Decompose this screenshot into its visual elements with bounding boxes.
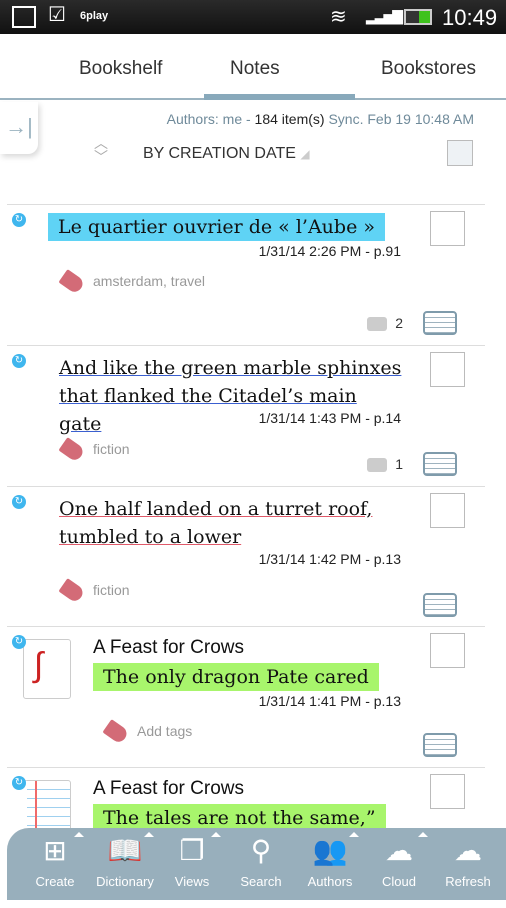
views-button[interactable]: ❐ Views	[157, 828, 227, 900]
app-notification: 6play	[80, 10, 109, 22]
note-item[interactable]: ∫ ↻ A Feast for Crows The only dragon Pa…	[7, 626, 485, 767]
comments-count[interactable]: 1	[367, 456, 403, 473]
sort-label: BY CREATION DATE	[143, 145, 296, 162]
search-icon: ⚲	[250, 835, 272, 866]
arrow-right-bar-icon: →|	[5, 114, 33, 139]
note-checkbox[interactable]	[430, 211, 465, 246]
sync-icon: ↻	[12, 354, 26, 368]
status-bar: ☑ 6play ≋ ▂▃▅▇ 10:49	[0, 0, 506, 34]
open-book-icon[interactable]	[423, 452, 457, 476]
note-item[interactable]: ↻ Le quartier ouvrier de « l’Aube » 1/31…	[7, 204, 485, 345]
note-date: 1/31/14 2:26 PM - p.91	[258, 243, 401, 259]
chevron-down-icon: ﹀	[94, 149, 108, 165]
note-item[interactable]: ↻ One half landed on a turret roof, tumb…	[7, 486, 485, 627]
bottom-toolbar: ⊞ Create 📖 Dictionary ❐ Views ⚲ Search 👥 Auth…	[7, 828, 506, 900]
tab-bar: Bookshelf Notes Bookstores	[0, 34, 506, 100]
sort-order-toggle[interactable]: ︿ ﹀	[94, 136, 108, 164]
tab-notes[interactable]: Notes	[230, 58, 280, 80]
cell-signal-icon: ▂▃▅▇	[366, 8, 403, 24]
create-button[interactable]: ⊞ Create	[20, 828, 90, 900]
sync-status: Sync. Feb 19 10:48 AM	[324, 111, 474, 127]
select-all-checkbox[interactable]	[447, 140, 473, 166]
signal-app-icon	[12, 6, 36, 28]
active-tab-indicator	[204, 94, 355, 100]
note-checkbox[interactable]	[430, 493, 465, 528]
book-title: A Feast for Crows	[93, 778, 244, 799]
open-book-icon[interactable]	[423, 593, 457, 617]
sort-dropdown[interactable]: BY CREATION DATE ◢	[143, 145, 310, 163]
refresh-icon: ☁	[454, 835, 482, 866]
note-tags[interactable]: fiction	[58, 437, 130, 464]
wifi-icon: ≋	[330, 6, 347, 28]
sync-icon: ↻	[12, 213, 26, 227]
clock: 10:49	[442, 5, 498, 30]
authors-filter[interactable]: Authors: me -	[167, 111, 255, 127]
battery-icon	[404, 9, 432, 25]
chevron-up-icon: ︿	[94, 135, 108, 151]
sync-icon: ↻	[12, 635, 26, 649]
tab-bookstores[interactable]: Bookstores	[381, 58, 476, 80]
note-text: The only dragon Pate cared	[93, 663, 379, 691]
cloud-button[interactable]: ☁ Cloud	[364, 828, 434, 900]
note-checkbox[interactable]	[430, 633, 465, 668]
add-tags-button[interactable]: Add tags	[102, 719, 192, 746]
ink-note-thumbnail: ∫	[23, 639, 71, 699]
refresh-button[interactable]: ☁ Refresh	[433, 828, 503, 900]
sync-icon: ↻	[12, 495, 26, 509]
list-info: Authors: me - 184 item(s) Sync. Feb 19 1…	[167, 111, 474, 127]
note-checkbox[interactable]	[430, 774, 465, 809]
tag-icon	[58, 578, 86, 605]
item-count: 184 item(s)	[254, 111, 325, 127]
comment-icon	[367, 458, 388, 473]
note-tags[interactable]: amsterdam, travel	[58, 269, 205, 296]
sync-icon: ↻	[12, 776, 26, 790]
tab-bookshelf[interactable]: Bookshelf	[79, 58, 162, 80]
comment-icon	[367, 317, 388, 332]
open-book-icon[interactable]	[423, 733, 457, 757]
dictionary-button[interactable]: 📖 Dictionary	[90, 828, 160, 900]
comments-count[interactable]: 2	[367, 315, 403, 332]
note-tags[interactable]: fiction	[58, 578, 130, 605]
note-checkbox[interactable]	[430, 352, 465, 387]
open-book-icon[interactable]	[423, 311, 457, 335]
search-button[interactable]: ⚲ Search	[226, 828, 296, 900]
note-date: 1/31/14 1:42 PM - p.13	[258, 551, 401, 567]
note-text: One half landed on a turret roof, tumble…	[59, 498, 373, 548]
authors-button[interactable]: 👥 Authors	[295, 828, 365, 900]
dropdown-corner-icon: ◢	[300, 147, 310, 161]
tag-icon	[102, 719, 130, 746]
note-text: Le quartier ouvrier de « l’Aube »	[48, 213, 385, 241]
checkbox-app-icon: ☑	[48, 4, 66, 26]
book-title: A Feast for Crows	[93, 637, 244, 658]
note-date: 1/31/14 1:41 PM - p.13	[258, 693, 401, 709]
note-date: 1/31/14 1:43 PM - p.14	[258, 410, 401, 426]
expand-sidebar-button[interactable]: →|	[0, 102, 38, 154]
note-item[interactable]: ↻ And like the green marble sphinxes tha…	[7, 345, 485, 486]
tag-icon	[58, 269, 86, 296]
tag-icon	[58, 437, 86, 464]
